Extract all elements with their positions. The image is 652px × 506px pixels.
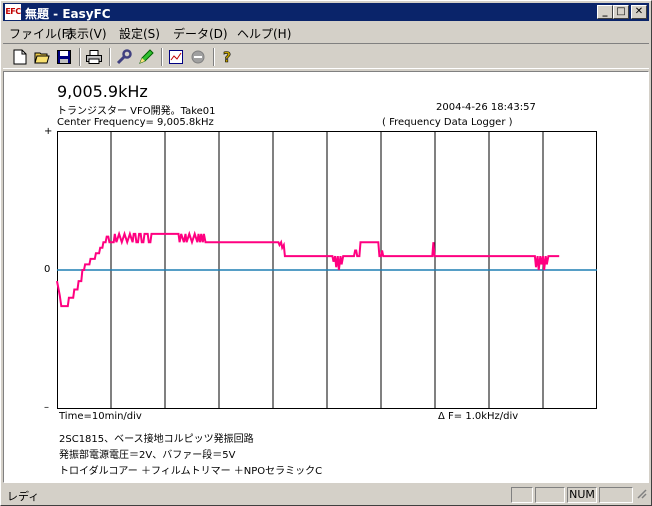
maximize-button[interactable]: □ bbox=[613, 5, 629, 19]
open-folder-icon[interactable] bbox=[33, 48, 51, 66]
status-panel-caps bbox=[511, 487, 533, 503]
status-bar: レディ NUM bbox=[3, 485, 649, 505]
note-line-1: 2SC1815、ベース接地コルピッツ発振回路 bbox=[59, 434, 254, 445]
logger-mode: ( Frequency Data Logger ) bbox=[382, 117, 513, 128]
menu-help[interactable]: ヘルプ(H) bbox=[237, 25, 291, 42]
print-icon[interactable] bbox=[85, 48, 103, 66]
note-line-3: トロイダルコアー ＋フィルムトリマー ＋NPOセラミックC bbox=[59, 466, 323, 477]
menu-settings[interactable]: 設定(S) bbox=[119, 25, 160, 42]
status-panel-num: NUM bbox=[567, 487, 597, 503]
status-panel-blank bbox=[535, 487, 565, 503]
toolbar-separator bbox=[213, 48, 215, 66]
time-per-division: Time=10min/div bbox=[59, 411, 142, 422]
status-text: レディ bbox=[7, 490, 40, 503]
svg-text:?: ? bbox=[223, 50, 231, 65]
timestamp: 2004-4-26 18:43:57 bbox=[436, 102, 536, 113]
wrench-icon[interactable] bbox=[115, 48, 133, 66]
logger-display: 9,005.9kHz トランジスター VFO開発。Take01 2004-4-2… bbox=[3, 71, 649, 483]
chart-window-icon[interactable] bbox=[167, 48, 185, 66]
y-minus-label: – bbox=[44, 402, 49, 413]
menu-data[interactable]: データ(D) bbox=[173, 25, 228, 42]
toolbar-separator bbox=[161, 48, 163, 66]
toolbar-separator bbox=[109, 48, 111, 66]
y-zero-label: 0 bbox=[44, 264, 51, 275]
pen-icon[interactable] bbox=[137, 48, 155, 66]
new-file-icon[interactable] bbox=[11, 48, 29, 66]
current-frequency: 9,005.9kHz bbox=[57, 82, 148, 101]
close-button[interactable]: ✕ bbox=[631, 5, 647, 19]
toolbar: ? bbox=[3, 43, 649, 69]
window-title: 無題 - EasyFC bbox=[25, 7, 111, 21]
app-window: EFC 無題 - EasyFC _ □ ✕ ファイル(F) 表示(V) 設定(S… bbox=[0, 0, 652, 506]
minimize-button[interactable]: _ bbox=[597, 5, 613, 19]
stop-circle-icon[interactable] bbox=[189, 48, 207, 66]
y-plus-label: + bbox=[44, 126, 53, 137]
menu-view[interactable]: 表示(V) bbox=[65, 25, 107, 42]
toolbar-separator bbox=[79, 48, 81, 66]
menu-bar: ファイル(F) 表示(V) 設定(S) データ(D) ヘルプ(H) bbox=[3, 22, 649, 41]
menu-file[interactable]: ファイル(F) bbox=[9, 25, 73, 42]
frequency-per-division: Δ F= 1.0kHz/div bbox=[438, 411, 519, 422]
center-frequency: Center Frequency= 9,005.8kHz bbox=[57, 117, 214, 128]
status-panel-scroll bbox=[599, 487, 633, 503]
note-line-2: 発振部電源電圧＝2V、バファー段＝5V bbox=[59, 450, 236, 461]
title-bar[interactable]: EFC 無題 - EasyFC _ □ ✕ bbox=[3, 3, 649, 21]
app-icon[interactable]: EFC bbox=[5, 4, 21, 20]
memo-text: トランジスター VFO開発。Take01 bbox=[57, 106, 216, 117]
frequency-plot bbox=[56, 131, 597, 409]
save-disk-icon[interactable] bbox=[55, 48, 73, 66]
help-question-icon[interactable]: ? bbox=[219, 48, 237, 66]
resize-grip-icon[interactable] bbox=[635, 487, 647, 503]
